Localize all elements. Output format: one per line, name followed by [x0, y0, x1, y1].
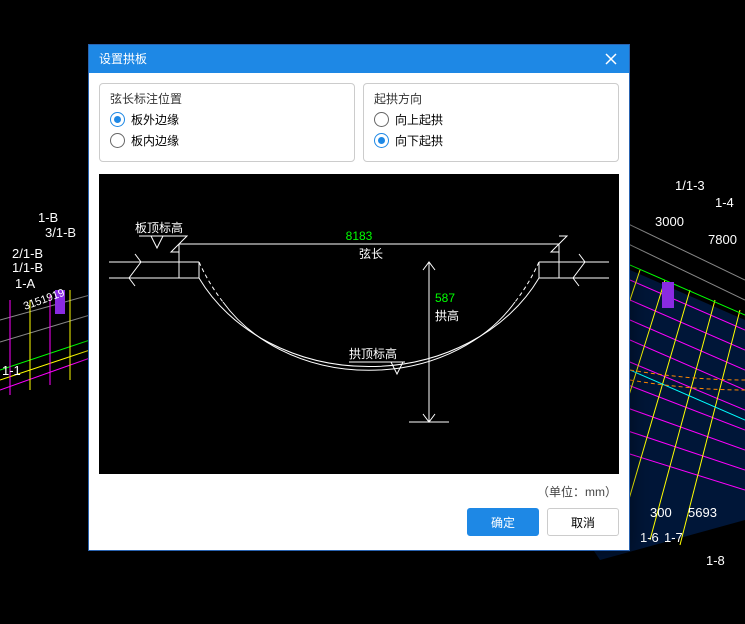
svg-text:1-8: 1-8	[706, 553, 725, 568]
svg-text:1/1-B: 1/1-B	[12, 260, 43, 275]
radio-label: 向下起拱	[395, 132, 443, 149]
chord-value: 8183	[346, 229, 373, 243]
radio-label: 板内边缘	[131, 132, 179, 149]
svg-text:1-B: 1-B	[38, 210, 58, 225]
svg-text:1-A: 1-A	[15, 276, 36, 291]
ok-button[interactable]: 确定	[467, 508, 539, 536]
svg-text:3/1-B: 3/1-B	[45, 225, 76, 240]
arch-option-up[interactable]: 向上起拱	[374, 111, 608, 128]
chord-option-inner[interactable]: 板内边缘	[110, 132, 344, 149]
chord-panel: 弦长标注位置 板外边缘 板内边缘	[99, 83, 355, 162]
unit-label: （单位：mm）	[99, 477, 619, 504]
arch-panel: 起拱方向 向上起拱 向下起拱	[363, 83, 619, 162]
button-row: 确定 取消	[99, 504, 619, 538]
svg-text:1-7: 1-7	[664, 530, 683, 545]
chord-label: 弦长	[359, 246, 383, 261]
arch-slab-dialog: 设置拱板 弦长标注位置 板外边缘 板内边缘 起拱方向	[88, 44, 630, 551]
arch-panel-title: 起拱方向	[374, 90, 608, 107]
options-row: 弦长标注位置 板外边缘 板内边缘 起拱方向 向上起拱 向下起拱	[99, 83, 619, 162]
radio-label: 向上起拱	[395, 111, 443, 128]
svg-text:1-1: 1-1	[2, 363, 21, 378]
svg-text:300: 300	[650, 505, 672, 520]
svg-text:7800: 7800	[708, 232, 737, 247]
svg-text:1/1-3: 1/1-3	[675, 178, 705, 193]
arch-value: 587	[435, 291, 455, 305]
svg-text:5693: 5693	[688, 505, 717, 520]
arch-option-down[interactable]: 向下起拱	[374, 132, 608, 149]
cancel-button[interactable]: 取消	[547, 508, 619, 536]
radio-icon	[110, 133, 125, 148]
titlebar[interactable]: 设置拱板	[89, 45, 629, 73]
radio-label: 板外边缘	[131, 111, 179, 128]
crown-label: 拱顶标高	[349, 346, 397, 361]
svg-text:1-4: 1-4	[715, 195, 734, 210]
close-button[interactable]	[593, 45, 629, 73]
top-elev-label: 板顶标高	[135, 220, 183, 235]
radio-icon	[374, 133, 389, 148]
dialog-title: 设置拱板	[99, 45, 147, 73]
radio-icon	[110, 112, 125, 127]
dialog-body: 弦长标注位置 板外边缘 板内边缘 起拱方向 向上起拱 向下起拱	[89, 73, 629, 550]
svg-text:3000: 3000	[655, 214, 684, 229]
diagram-area: 8183 弦长 板顶标高	[99, 174, 619, 474]
svg-text:1-6: 1-6	[640, 530, 659, 545]
chord-option-outer[interactable]: 板外边缘	[110, 111, 344, 128]
chord-panel-title: 弦长标注位置	[110, 90, 344, 107]
arch-label: 拱高	[435, 308, 459, 323]
close-icon	[605, 53, 617, 65]
svg-text:2/1-B: 2/1-B	[12, 246, 43, 261]
radio-icon	[374, 112, 389, 127]
